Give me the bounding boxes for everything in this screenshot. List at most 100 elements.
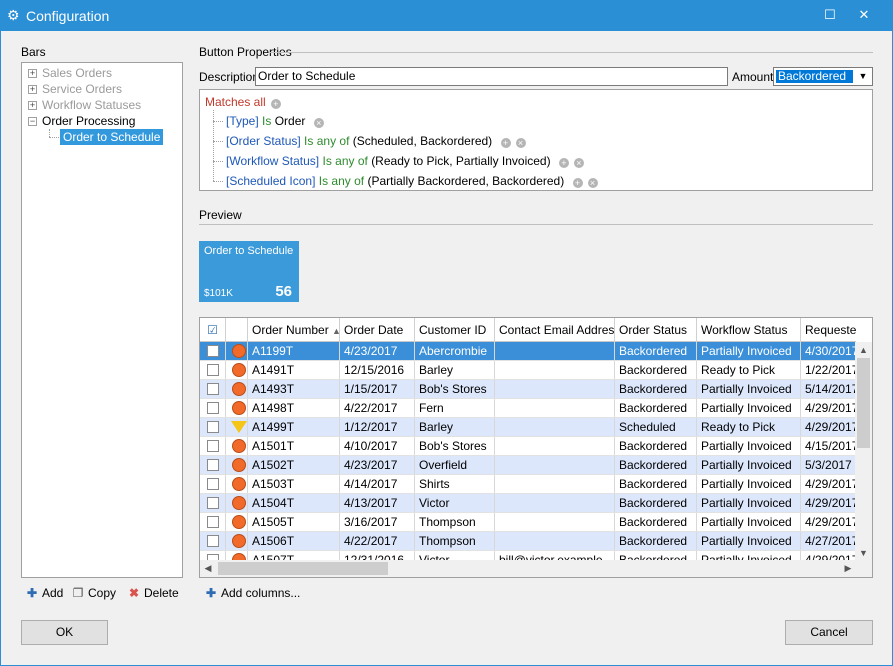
column-header-order-date[interactable]: Order Date <box>340 318 415 342</box>
cell-workflow-status[interactable]: Partially Invoiced <box>697 475 801 493</box>
cell-customer-id[interactable]: Thompson <box>415 513 495 531</box>
cell-order-number[interactable]: A1491T <box>248 361 340 379</box>
cell-requested-ship[interactable]: 4/27/2017 <box>801 532 856 550</box>
expand-icon[interactable]: + <box>28 101 37 110</box>
amount-select[interactable]: Backordered ▼ <box>773 67 873 86</box>
cell-contact-email[interactable] <box>495 456 615 474</box>
add-value-icon[interactable]: + <box>572 178 583 188</box>
cell-workflow-status[interactable]: Partially Invoiced <box>697 456 801 474</box>
cell-requested-ship[interactable]: 4/29/2017 <box>801 494 856 512</box>
row-checkbox[interactable] <box>207 364 219 376</box>
cell-customer-id[interactable]: Bob's Stores <box>415 380 495 398</box>
scroll-thumb[interactable] <box>857 358 870 448</box>
column-header-workflow-status[interactable]: Workflow Status <box>697 318 801 342</box>
cell-order-number[interactable]: A1504T <box>248 494 340 512</box>
table-row[interactable]: A1506T 4/22/2017 Thompson Backordered Partia… <box>200 532 856 551</box>
cell-workflow-status[interactable]: Partially Invoiced <box>697 532 801 550</box>
cell-contact-email[interactable] <box>495 475 615 493</box>
table-row[interactable]: A1491T 12/15/2016 Barley Backordered Ready t… <box>200 361 856 380</box>
cell-workflow-status[interactable]: Partially Invoiced <box>697 380 801 398</box>
cell-order-number[interactable]: A1493T <box>248 380 340 398</box>
remove-condition-icon[interactable]: × <box>587 178 598 188</box>
row-select-cell[interactable] <box>200 399 226 417</box>
cell-order-date[interactable]: 4/22/2017 <box>340 532 415 550</box>
expand-icon[interactable]: + <box>28 85 37 94</box>
add-condition-icon[interactable]: + <box>270 99 281 109</box>
cell-order-number[interactable]: A1506T <box>248 532 340 550</box>
cell-order-date[interactable]: 4/22/2017 <box>340 399 415 417</box>
column-header-order-status[interactable]: Order Status <box>615 318 697 342</box>
cell-order-date[interactable]: 1/12/2017 <box>340 418 415 436</box>
cell-order-status[interactable]: Backordered <box>615 361 697 379</box>
cancel-button[interactable]: Cancel <box>785 620 873 645</box>
cell-customer-id[interactable]: Bob's Stores <box>415 437 495 455</box>
cell-requested-ship[interactable]: 4/29/2017 <box>801 418 856 436</box>
horizontal-scrollbar[interactable]: ◀ ▶ <box>200 560 856 577</box>
filter-condition[interactable]: [Workflow Status] Is any of (Ready to Pi… <box>226 153 584 169</box>
table-row[interactable]: A1504T 4/13/2017 Victor Backordered Partiall… <box>200 494 856 513</box>
cell-workflow-status[interactable]: Partially Invoiced <box>697 513 801 531</box>
cell-order-status[interactable]: Backordered <box>615 437 697 455</box>
close-icon[interactable]: ✕ <box>849 4 879 26</box>
row-select-cell[interactable] <box>200 380 226 398</box>
cell-order-status[interactable]: Backordered <box>615 380 697 398</box>
cell-workflow-status[interactable]: Partially Invoiced <box>697 399 801 417</box>
row-checkbox[interactable] <box>207 421 219 433</box>
cell-order-date[interactable]: 1/15/2017 <box>340 380 415 398</box>
cell-requested-ship[interactable]: 5/3/2017 <box>801 456 856 474</box>
cell-customer-id[interactable]: Thompson <box>415 532 495 550</box>
cell-workflow-status[interactable]: Ready to Pick <box>697 361 801 379</box>
add-columns-button[interactable]: ✚ Add columns... <box>205 584 300 602</box>
cell-order-number[interactable]: A1503T <box>248 475 340 493</box>
ok-button[interactable]: OK <box>21 620 108 645</box>
filter-condition[interactable]: [Type] Is Order × <box>226 113 324 129</box>
copy-bar-button[interactable]: ❐ Copy <box>72 584 116 602</box>
cell-workflow-status[interactable]: Partially Invoiced <box>697 494 801 512</box>
cell-order-date[interactable]: 4/14/2017 <box>340 475 415 493</box>
filter-condition[interactable]: [Order Status] Is any of (Scheduled, Bac… <box>226 133 526 149</box>
cell-order-date[interactable]: 3/16/2017 <box>340 513 415 531</box>
table-row[interactable]: A1502T 4/23/2017 Overfield Backordered Parti… <box>200 456 856 475</box>
cell-order-number[interactable]: A1502T <box>248 456 340 474</box>
cell-workflow-status[interactable]: Partially Invoiced <box>697 342 801 360</box>
cell-order-status[interactable]: Backordered <box>615 513 697 531</box>
scroll-right-icon[interactable]: ▶ <box>840 560 856 577</box>
remove-condition-icon[interactable]: × <box>313 118 324 128</box>
cell-workflow-status[interactable]: Ready to Pick <box>697 418 801 436</box>
cell-requested-ship[interactable]: 4/29/2017 <box>801 399 856 417</box>
filter-root[interactable]: Matches all + <box>205 94 281 110</box>
cell-contact-email[interactable] <box>495 513 615 531</box>
cell-order-number[interactable]: A1499T <box>248 418 340 436</box>
cell-customer-id[interactable]: Shirts <box>415 475 495 493</box>
cell-contact-email[interactable] <box>495 494 615 512</box>
cell-requested-ship[interactable]: 4/15/2017 <box>801 437 856 455</box>
row-checkbox[interactable] <box>207 440 219 452</box>
scroll-left-icon[interactable]: ◀ <box>200 560 216 577</box>
cell-requested-ship[interactable]: 4/29/2017 <box>801 475 856 493</box>
preview-tile[interactable]: Order to Schedule $101K 56 <box>199 241 299 302</box>
cell-customer-id[interactable]: Barley <box>415 418 495 436</box>
row-checkbox[interactable] <box>207 345 219 357</box>
cell-contact-email[interactable] <box>495 532 615 550</box>
tree-item-order-to-schedule[interactable]: Order to Schedule <box>60 129 164 145</box>
row-checkbox[interactable] <box>207 459 219 471</box>
remove-condition-icon[interactable]: × <box>573 158 584 168</box>
cell-order-date[interactable]: 4/13/2017 <box>340 494 415 512</box>
cell-order-date[interactable]: 12/15/2016 <box>340 361 415 379</box>
cell-order-status[interactable]: Backordered <box>615 456 697 474</box>
expand-icon[interactable]: + <box>28 69 37 78</box>
cell-order-date[interactable]: 4/23/2017 <box>340 342 415 360</box>
cell-customer-id[interactable]: Victor <box>415 494 495 512</box>
icon-column-header[interactable] <box>226 318 248 342</box>
row-select-cell[interactable] <box>200 532 226 550</box>
scroll-down-icon[interactable]: ▼ <box>855 545 872 561</box>
select-all-checkbox-icon[interactable]: ☑ <box>200 318 226 342</box>
row-select-cell[interactable] <box>200 342 226 360</box>
filter-editor[interactable]: Matches all + [Type] Is Order × [Order St… <box>199 89 873 191</box>
cell-order-status[interactable]: Backordered <box>615 494 697 512</box>
row-select-cell[interactable] <box>200 494 226 512</box>
add-value-icon[interactable]: + <box>558 158 569 168</box>
cell-order-status[interactable]: Backordered <box>615 475 697 493</box>
table-row[interactable]: A1199T 4/23/2017 Abercrombie Backordered Par… <box>200 342 856 361</box>
cell-workflow-status[interactable]: Partially Invoiced <box>697 437 801 455</box>
